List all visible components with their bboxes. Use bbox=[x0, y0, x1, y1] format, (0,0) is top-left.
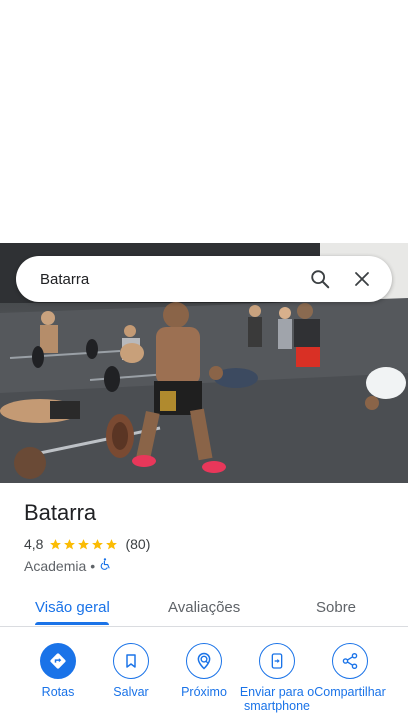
directions-button[interactable]: Rotas bbox=[18, 643, 98, 699]
rating-stars bbox=[49, 538, 119, 551]
star-icon bbox=[64, 538, 76, 549]
save-button[interactable]: Salvar bbox=[91, 643, 171, 699]
star-icon bbox=[106, 538, 118, 549]
map-area[interactable] bbox=[0, 0, 408, 243]
rating-row[interactable]: 4,8 (80) bbox=[24, 536, 150, 552]
rating-value: 4,8 bbox=[24, 536, 44, 552]
review-count[interactable]: (80) bbox=[125, 536, 150, 552]
maps-place-screen: #EPRA JÚVEMMM #C41DAAA bbox=[0, 0, 408, 726]
tab-about[interactable]: Sobre bbox=[316, 587, 356, 627]
nearby-label: Próximo bbox=[181, 685, 227, 699]
send-to-phone-icon[interactable] bbox=[259, 643, 295, 679]
tab-reviews[interactable]: Avaliações bbox=[168, 587, 240, 627]
save-label: Salvar bbox=[113, 685, 149, 699]
wheelchair-icon bbox=[99, 557, 112, 574]
star-icon bbox=[78, 538, 90, 549]
star-icon bbox=[50, 538, 62, 549]
nearby-button[interactable]: Próximo bbox=[164, 643, 244, 699]
directions-label: Rotas bbox=[41, 685, 75, 699]
place-details-sheet: Batarra 4,8 (80) Academia • Visão geral … bbox=[0, 483, 408, 726]
tab-overview[interactable]: Visão geral bbox=[35, 587, 110, 627]
search-bar[interactable]: Batarra bbox=[16, 256, 392, 302]
send-to-phone-button[interactable]: Enviar para o smartphone bbox=[237, 643, 317, 713]
send-to-phone-label: Enviar para o smartphone bbox=[239, 685, 315, 713]
category-row: Academia • bbox=[24, 557, 112, 574]
close-icon[interactable] bbox=[344, 261, 380, 297]
share-button[interactable]: Compartilhar bbox=[310, 643, 390, 699]
directions-icon[interactable] bbox=[40, 643, 76, 679]
star-icon bbox=[92, 538, 104, 549]
search-icon[interactable] bbox=[302, 261, 338, 297]
nearby-icon[interactable] bbox=[186, 643, 222, 679]
place-tabs: Visão geral Avaliações Sobre bbox=[0, 587, 408, 627]
share-label: Compartilhar bbox=[314, 685, 386, 699]
bookmark-icon[interactable] bbox=[113, 643, 149, 679]
action-buttons: Rotas Salvar Próximo Enviar para o smart… bbox=[0, 643, 408, 726]
search-query-text[interactable]: Batarra bbox=[40, 271, 296, 288]
place-title: Batarra bbox=[24, 500, 97, 525]
share-icon[interactable] bbox=[332, 643, 368, 679]
place-category: Academia bbox=[24, 557, 87, 574]
separator-dot: • bbox=[90, 557, 96, 574]
active-tab-indicator bbox=[35, 622, 109, 625]
